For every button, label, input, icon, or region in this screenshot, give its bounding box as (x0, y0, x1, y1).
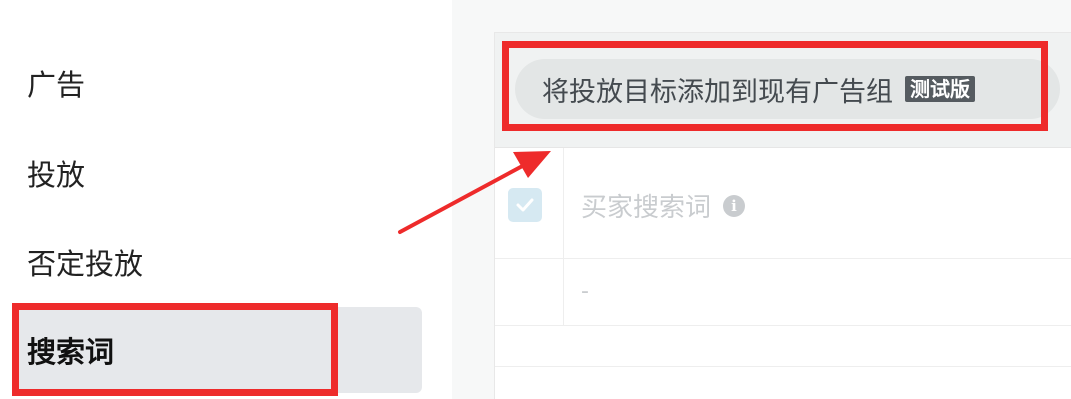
sidebar-item-search-terms[interactable]: 搜索词 (12, 307, 422, 393)
main-content: 将投放目标添加到现有广告组 测试版 买家搜索词 i - (452, 0, 1071, 399)
search-terms-panel: 将投放目标添加到现有广告组 测试版 买家搜索词 i - (494, 32, 1071, 399)
add-to-existing-ad-group-button[interactable]: 将投放目标添加到现有广告组 测试版 (515, 59, 1060, 119)
row-select-cell (495, 259, 564, 325)
sidebar-item-label: 否定投放 (27, 247, 144, 281)
action-bar: 将投放目标添加到现有广告组 测试版 (495, 33, 1071, 148)
sidebar-item-label: 广告 (27, 68, 86, 102)
column-header-buyer-search-term[interactable]: 买家搜索词 i (581, 187, 746, 224)
select-all-cell (495, 148, 564, 258)
info-icon[interactable]: i (723, 194, 746, 217)
sidebar-item-label: 搜索词 (27, 335, 115, 369)
select-all-checkbox[interactable] (508, 188, 542, 222)
sidebar-item-label: 投放 (27, 158, 86, 192)
table-header-row: 买家搜索词 i (495, 148, 1071, 259)
sidebar-item-targeting[interactable]: 投放 (12, 133, 422, 213)
search-term-cell: - (581, 279, 589, 304)
add-button-label: 将投放目标添加到现有广告组 (542, 76, 893, 108)
checkbox-checked-icon (516, 198, 534, 212)
sidebar-item-negative-targeting[interactable]: 否定投放 (12, 222, 422, 302)
column-header-label: 买家搜索词 (581, 193, 712, 223)
sidebar: 广告 投放 否定投放 搜索词 (0, 0, 452, 399)
sidebar-item-ads[interactable]: 广告 (12, 43, 422, 123)
page: 广告 投放 否定投放 搜索词 将投放目标添加到现有广告组 测试版 买家搜索词 i… (0, 0, 1071, 399)
table-row-empty (495, 326, 1071, 367)
table-row: - (495, 259, 1071, 326)
search-terms-table: 买家搜索词 i - (495, 148, 1071, 367)
beta-badge: 测试版 (905, 76, 975, 102)
